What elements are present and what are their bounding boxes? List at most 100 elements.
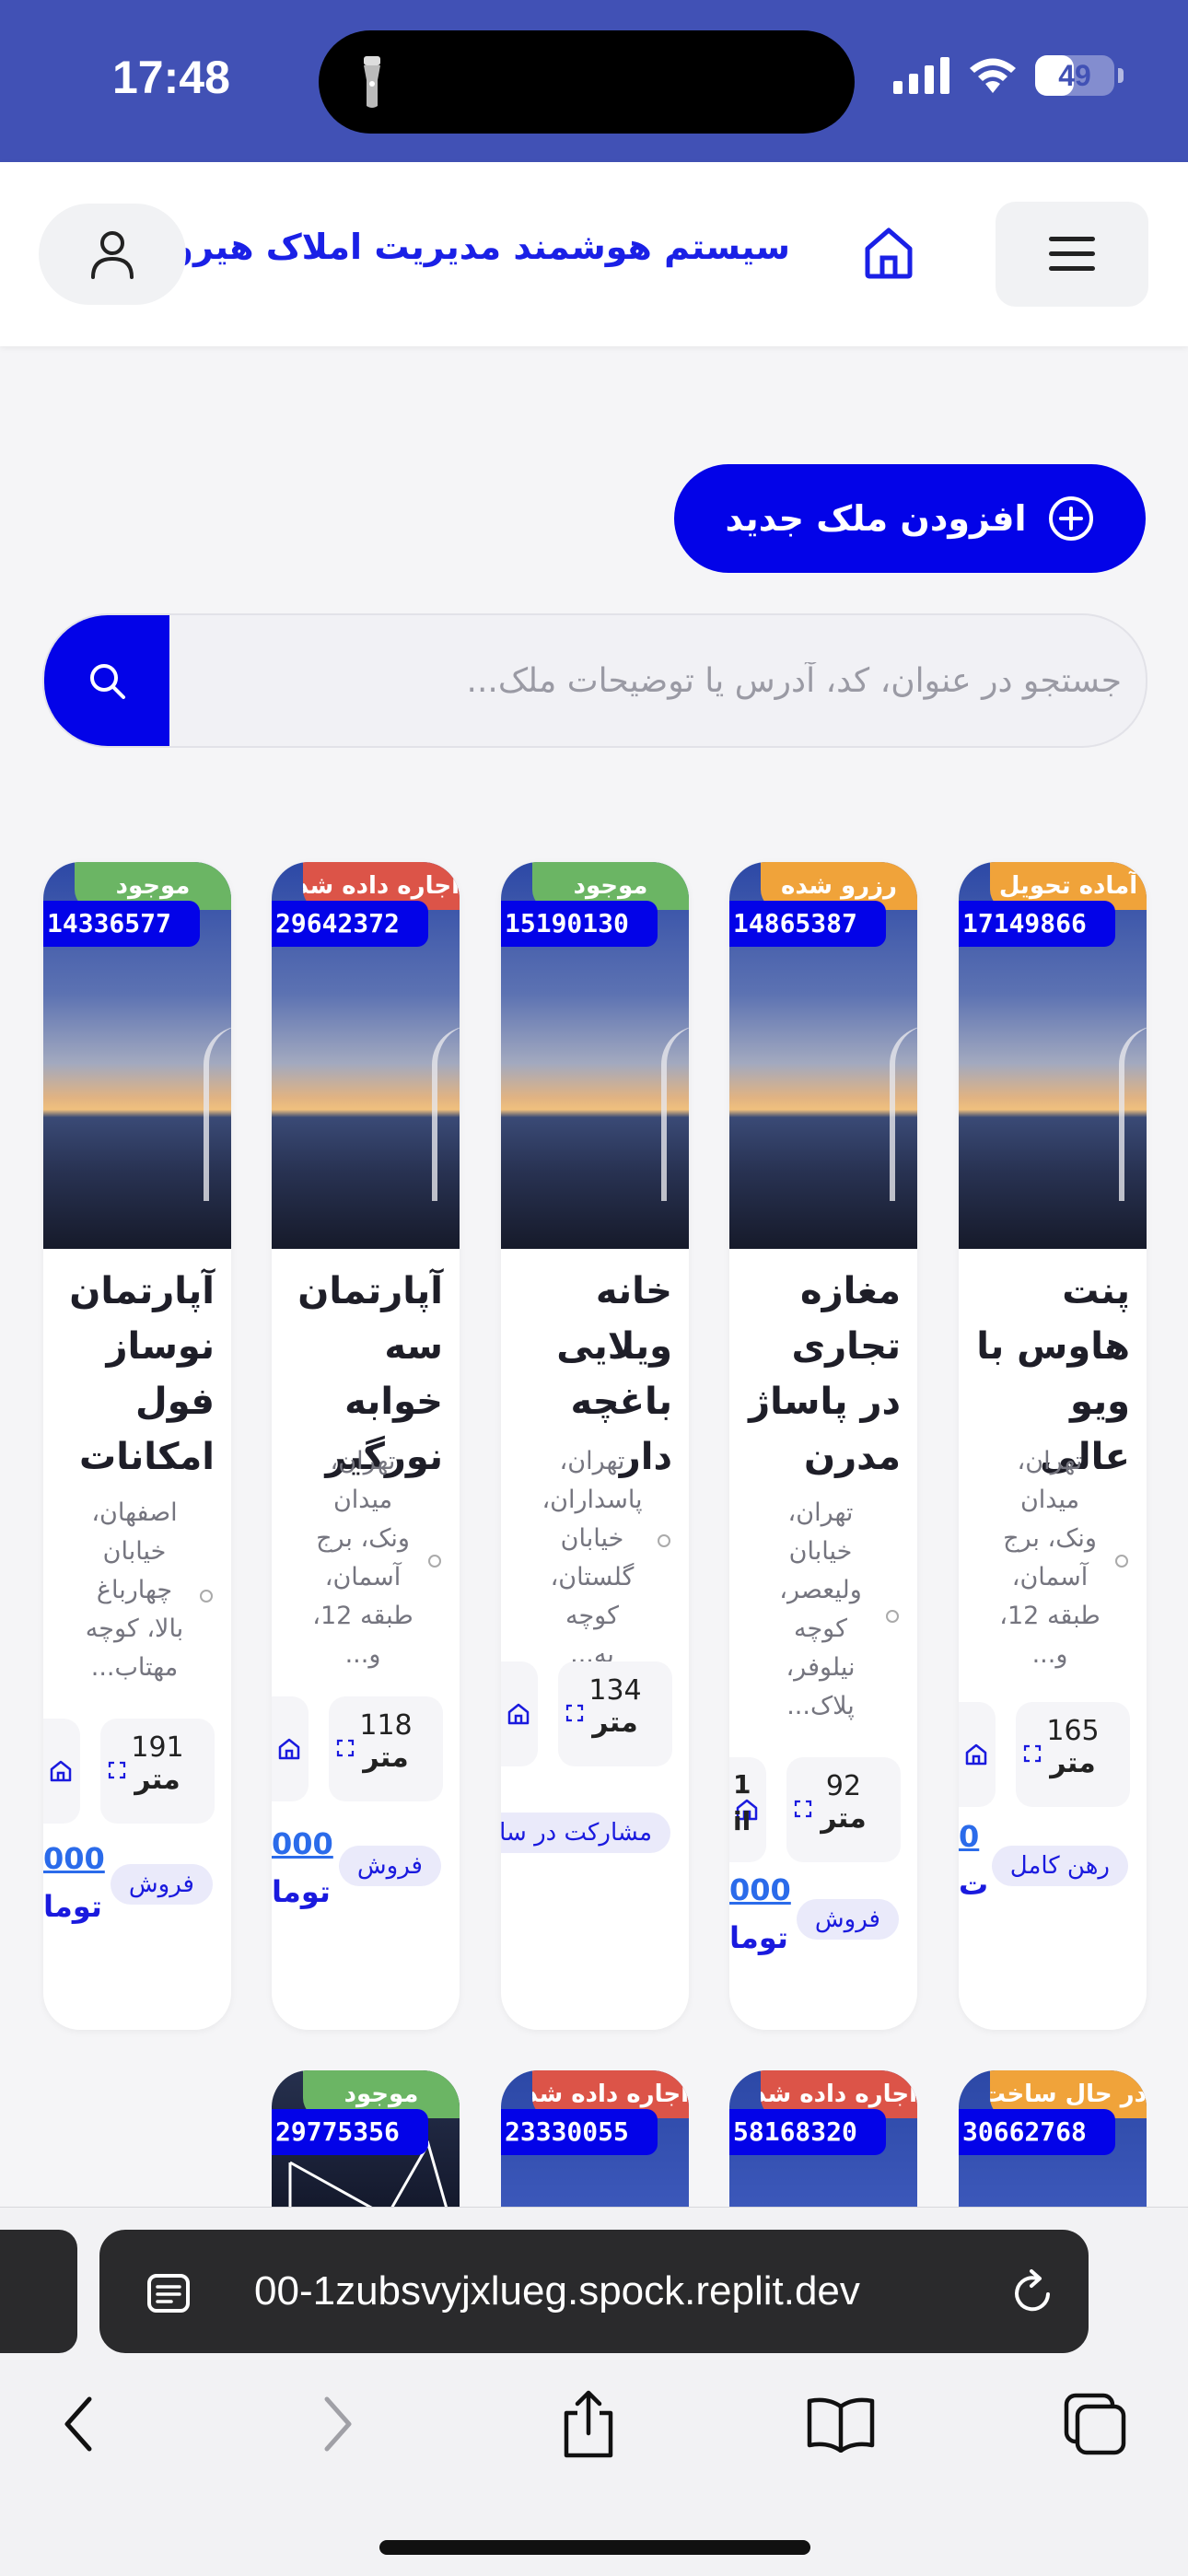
price-amount: 000	[43, 1841, 105, 1876]
address-bar[interactable]: 00-1zubsvyjxlueg.spock.replit.dev	[99, 2230, 1089, 2353]
property-price: 0ت	[959, 1813, 988, 1908]
area-value: 165	[1046, 1715, 1100, 1747]
area-stat: 134 متر	[558, 1661, 672, 1766]
deal-type-tag: فروش	[796, 1899, 899, 1940]
tabs-button[interactable]	[1054, 2383, 1136, 2465]
property-card[interactable]: رزرو شده 14865387 مغازه تجاری در پاساژ م…	[729, 862, 917, 2030]
book-icon	[807, 2397, 875, 2453]
expand-icon	[565, 1704, 584, 1722]
property-card[interactable]: آماده تحویل 17149866 پنت هاوس با ویو عال…	[959, 862, 1147, 2030]
area-value: 118	[359, 1709, 413, 1742]
property-card[interactable]: در حال ساخت 30662768	[959, 2070, 1147, 2209]
type-stat	[501, 1661, 538, 1766]
property-address: تهران، خیابان ولیعصر، کوچه نیلوفر، پلاک.…	[779, 1498, 862, 1720]
reload-icon[interactable]	[1009, 2268, 1055, 2316]
expand-icon	[1023, 1744, 1042, 1763]
flashlight-icon	[364, 56, 380, 108]
search-input[interactable]	[173, 615, 1140, 746]
location-dot-icon	[428, 1555, 441, 1568]
property-card[interactable]: موجود 14336577 آپارتمان نوساز فول امکانا…	[43, 862, 231, 2030]
back-button[interactable]	[37, 2383, 120, 2465]
property-price: 000 توما	[43, 1835, 105, 1930]
extra-stat-unit: il	[733, 1806, 751, 1836]
bookmarks-button[interactable]	[799, 2383, 882, 2465]
property-address: اصفهان، خیابان چهارباغ بالا، کوچه مهتاب.…	[85, 1498, 184, 1682]
deal-type-tag: مشارکت در ساخت	[501, 1813, 670, 1853]
property-code: 58168320	[729, 2109, 886, 2155]
app-title: سیستم هوشمند مدیریت املاک هیرو	[171, 227, 790, 267]
deal-type-tag: فروش	[110, 1864, 213, 1905]
price-amount: 000	[272, 1826, 333, 1861]
area-stat: 165 متر	[1016, 1702, 1130, 1807]
price-currency: توما	[272, 1874, 331, 1909]
home-small-icon	[50, 1760, 72, 1782]
property-price: 000 توما	[272, 1820, 333, 1916]
url-text: 00-1zubsvyjxlueg.spock.replit.dev	[254, 2268, 860, 2314]
app-header: سیستم هوشمند مدیریت املاک هیرو	[0, 162, 1188, 346]
search-button[interactable]	[44, 615, 169, 746]
location-dot-icon	[1115, 1555, 1128, 1568]
property-code: 29775356	[272, 2109, 428, 2155]
hamburger-icon	[1049, 237, 1095, 271]
property-card[interactable]: موجود 29775356	[272, 2070, 460, 2209]
property-cards-row-2: در حال ساخت 30662768 اجاره داده شده 5816…	[0, 2070, 1188, 2209]
expand-icon	[794, 1800, 812, 1818]
home-small-icon	[507, 1703, 530, 1725]
property-title: مغازه تجاری در پاساژ مدرن	[749, 1270, 901, 1478]
extra-stat: 1 il	[733, 1766, 751, 1840]
type-stat	[43, 1719, 80, 1824]
home-icon[interactable]	[860, 225, 917, 282]
expand-icon	[108, 1761, 126, 1779]
plus-circle-icon	[1048, 496, 1093, 541]
price-amount: 0	[959, 1819, 980, 1854]
add-property-button[interactable]: افزودن ملک جدید	[674, 464, 1146, 573]
property-code: 14865387	[729, 901, 886, 947]
menu-button[interactable]	[996, 202, 1148, 307]
chevron-left-icon	[64, 2396, 92, 2452]
property-card[interactable]: موجود 15190130 خانه ویلایی باغچه دار تهر…	[501, 862, 689, 2030]
property-title: آپارتمان نوساز فول امکانات	[69, 1270, 215, 1478]
wifi-icon	[970, 58, 1016, 93]
property-code: 17149866	[959, 901, 1115, 947]
status-icons: 49	[893, 55, 1124, 96]
share-icon	[564, 2390, 613, 2458]
search-icon	[90, 664, 125, 699]
area-stat: 92 متر	[786, 1757, 901, 1862]
battery-level: 49	[1058, 59, 1091, 92]
property-price: 000 توما	[729, 1866, 791, 1962]
property-address: تهران، پاسداران، خیابان گلستان، کوچه به.…	[542, 1447, 643, 1669]
property-code: 23330055	[501, 2109, 658, 2155]
tabs-icon	[1064, 2393, 1126, 2455]
price-amount: 000	[729, 1872, 791, 1907]
area-stat: 118 متر	[329, 1696, 443, 1801]
status-bar: 17:48 49	[0, 0, 1188, 162]
property-code: 29642372	[272, 901, 428, 947]
signal-icon	[893, 57, 949, 94]
property-address: تهران، میدان ونک، برج آسمان، طبقه 12، و.…	[312, 1447, 413, 1669]
property-card[interactable]: اجاره داده شده 29642372 آپارتمان سه خواب…	[272, 862, 460, 2030]
chevron-right-icon	[324, 2396, 352, 2452]
property-card[interactable]: اجاره داده شده 23330055	[501, 2070, 689, 2209]
forward-button[interactable]	[297, 2383, 379, 2465]
user-profile-button[interactable]	[39, 204, 186, 305]
area-value: 92	[825, 1770, 862, 1802]
home-small-icon	[965, 1743, 987, 1766]
dynamic-island	[319, 30, 855, 134]
deal-type-tag: فروش	[338, 1846, 441, 1886]
type-stat	[959, 1702, 996, 1807]
extra-stat-value: 1	[733, 1769, 751, 1800]
property-address: تهران، میدان ونک، برج آسمان، طبقه 12، و.…	[999, 1447, 1101, 1669]
previous-tab[interactable]	[0, 2230, 77, 2353]
price-currency: توما	[43, 1889, 102, 1924]
property-card[interactable]: اجاره داده شده 58168320	[729, 2070, 917, 2209]
property-code: 30662768	[959, 2109, 1115, 2155]
share-button[interactable]	[547, 2383, 630, 2465]
area-stat: 191 متر	[100, 1719, 215, 1824]
add-property-label: افزودن ملک جدید	[725, 498, 1027, 539]
home-small-icon	[278, 1738, 300, 1760]
property-code: 14336577	[43, 901, 200, 947]
type-stat	[272, 1696, 309, 1801]
status-time: 17:48	[112, 52, 230, 103]
reader-mode-icon[interactable]	[146, 2272, 192, 2314]
user-icon	[91, 231, 134, 279]
